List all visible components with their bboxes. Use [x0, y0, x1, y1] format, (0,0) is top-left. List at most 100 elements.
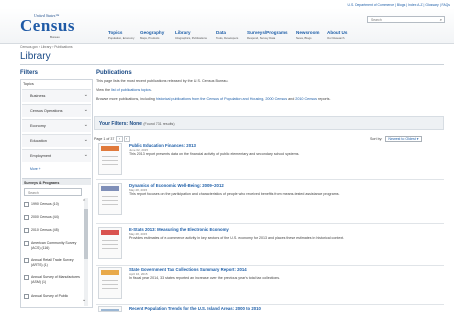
survey-label: Annual Retail Trade Survey (ARTS) (1) [31, 258, 74, 267]
title-divider [20, 64, 444, 65]
nav-sublabel: News, Blogs [296, 36, 312, 40]
thumbnail-line [102, 204, 118, 205]
nav-sublabel: Our Research [327, 36, 345, 40]
chevron-up-icon[interactable]: ⌃ [82, 199, 86, 205]
survey-label: Annual Survey of Public [31, 294, 69, 298]
sort-label: Sort by: [370, 137, 383, 141]
nav-sublabel: Population, Economy [108, 36, 135, 40]
nav-sublabel: Tools, Developers [216, 36, 239, 40]
page-title: Library [20, 51, 51, 62]
nav-label: Newsroom [296, 30, 320, 35]
nav-label: Surveys/Programs [247, 30, 288, 35]
publication-description: This report focuses on the participation… [129, 192, 340, 196]
thumbnail-line [102, 244, 118, 245]
publications-heading: Publications [96, 70, 132, 76]
chevron-down-icon: ⌄ [83, 107, 88, 113]
historical-publications-link[interactable]: historical publications from the Census … [156, 97, 263, 101]
thumbnail-accent [101, 186, 119, 191]
utility-links[interactable]: U.S. Department of Commerce | Blogs | In… [348, 3, 450, 7]
publication-thumbnail[interactable] [98, 183, 122, 215]
search-placeholder: Search [371, 18, 382, 22]
site-search-input[interactable]: Search ⌕ [367, 16, 445, 23]
thumbnail-line [102, 200, 118, 201]
thumbnail-line [102, 280, 118, 281]
nav-sublabel: Respond, Survey Data [247, 36, 276, 40]
chevron-down-icon: ⌄ [83, 122, 88, 128]
intro-text: This page lists the most recent publicat… [96, 79, 229, 83]
logo-wordmark: Census [20, 16, 75, 35]
checkbox[interactable] [24, 258, 29, 263]
census-2000-link[interactable]: 2000 Census [265, 97, 287, 101]
census-2010-link[interactable]: 2010 Census [295, 97, 317, 101]
survey-label: 1990 Census (10) [31, 202, 59, 206]
nav-data[interactable]: Data Tools, Developers [216, 30, 238, 40]
breadcrumb[interactable]: Census.gov › Library › Publications [20, 45, 73, 49]
your-filters-bar: Your Filters: None (Found 731 results) [94, 116, 444, 130]
sort-select[interactable]: Newest to Oldest ▾ [385, 136, 422, 142]
checkbox[interactable] [24, 228, 29, 233]
checkbox[interactable] [24, 215, 29, 220]
topic-census-operations[interactable]: Census Operations ⌄ [22, 104, 91, 117]
next-page-button[interactable]: › [123, 136, 130, 142]
topic-employment[interactable]: Employment ⌄ [22, 149, 91, 162]
logo-subtitle: Bureau [50, 35, 60, 39]
nav-label: Data [216, 30, 226, 35]
nav-about-us[interactable]: About Us Our Research [327, 30, 347, 40]
surveys-search-placeholder: Search [28, 190, 39, 195]
thumbnail-line [102, 160, 118, 161]
publication-thumbnail[interactable] [98, 267, 122, 299]
nav-surveys-programs[interactable]: Surveys/Programs Respond, Survey Data [247, 30, 288, 40]
item-divider [96, 223, 444, 224]
nav-sublabel: Maps, Products [140, 36, 160, 40]
chevron-down-icon: ⌄ [83, 92, 88, 98]
more-topics-link[interactable]: More + [30, 167, 41, 171]
sort-control: Sort by: Newest to Oldest ▾ [370, 136, 422, 142]
scrollbar-thumb[interactable] [84, 209, 88, 259]
search-icon[interactable]: ⌕ [440, 17, 442, 22]
browse-text: Browse more publications, including hist… [96, 97, 396, 102]
thumbnail-line [102, 288, 118, 289]
publication-description: In fiscal year 2014, 33 states reported … [129, 276, 281, 280]
publication-title-link[interactable]: Recent Population Trends for the U.S. Is… [129, 306, 261, 311]
view-prefix: View the [96, 88, 112, 92]
thumbnail-line [102, 240, 118, 241]
topics-label: Topics [23, 82, 34, 86]
topic-economy[interactable]: Economy ⌄ [22, 119, 91, 132]
item-divider [96, 179, 444, 180]
browse-prefix: Browse more publications, including [96, 97, 156, 101]
chevron-down-icon: ⌄ [83, 137, 88, 143]
page-indicator: Page 1 of 37 [94, 137, 115, 141]
publication-thumbnail[interactable] [98, 306, 122, 312]
thumbnail-accent [101, 146, 119, 151]
surveys-programs-heading: Surveys & Programs [22, 178, 91, 185]
publication-description: Provides estimates of e-commerce activit… [129, 236, 345, 240]
surveys-search-input[interactable]: Search [24, 188, 82, 196]
pagination: Page 1 of 37 ‹ › [94, 136, 130, 142]
checkbox[interactable] [24, 275, 29, 280]
nav-library[interactable]: Library Infographics, Publications [175, 30, 207, 40]
topic-business[interactable]: Business ⌄ [22, 89, 91, 102]
nav-sublabel: Infographics, Publications [175, 36, 207, 40]
topic-label: Education [30, 139, 47, 143]
publication-thumbnail[interactable] [98, 143, 122, 175]
nav-label: Geography [140, 30, 165, 35]
thumbnail-line [102, 196, 118, 197]
topic-education[interactable]: Education ⌄ [22, 134, 91, 147]
checkbox[interactable] [24, 294, 29, 299]
census-logo[interactable]: United States™ Census Bureau [20, 13, 74, 41]
publication-topics-link[interactable]: list of publications topics [111, 88, 151, 92]
checkbox[interactable] [24, 241, 29, 246]
nav-geography[interactable]: Geography Maps, Products [140, 30, 164, 40]
chevron-down-icon: ⌄ [83, 152, 88, 158]
checkbox[interactable] [24, 202, 29, 207]
nav-newsroom[interactable]: Newsroom News, Blogs [296, 30, 320, 40]
chevron-down-icon[interactable]: ⌄ [82, 297, 86, 303]
browse-suffix: reports. [317, 97, 331, 101]
publication-thumbnail[interactable] [98, 227, 122, 259]
nav-topics[interactable]: Topics Population, Economy [108, 30, 134, 40]
topic-label: Employment [30, 154, 52, 158]
topic-label: Census Operations [30, 109, 63, 113]
view-topics-line: View the list of publications topics. [96, 88, 152, 93]
nav-label: About Us [327, 30, 348, 35]
prev-page-button[interactable]: ‹ [116, 136, 123, 142]
